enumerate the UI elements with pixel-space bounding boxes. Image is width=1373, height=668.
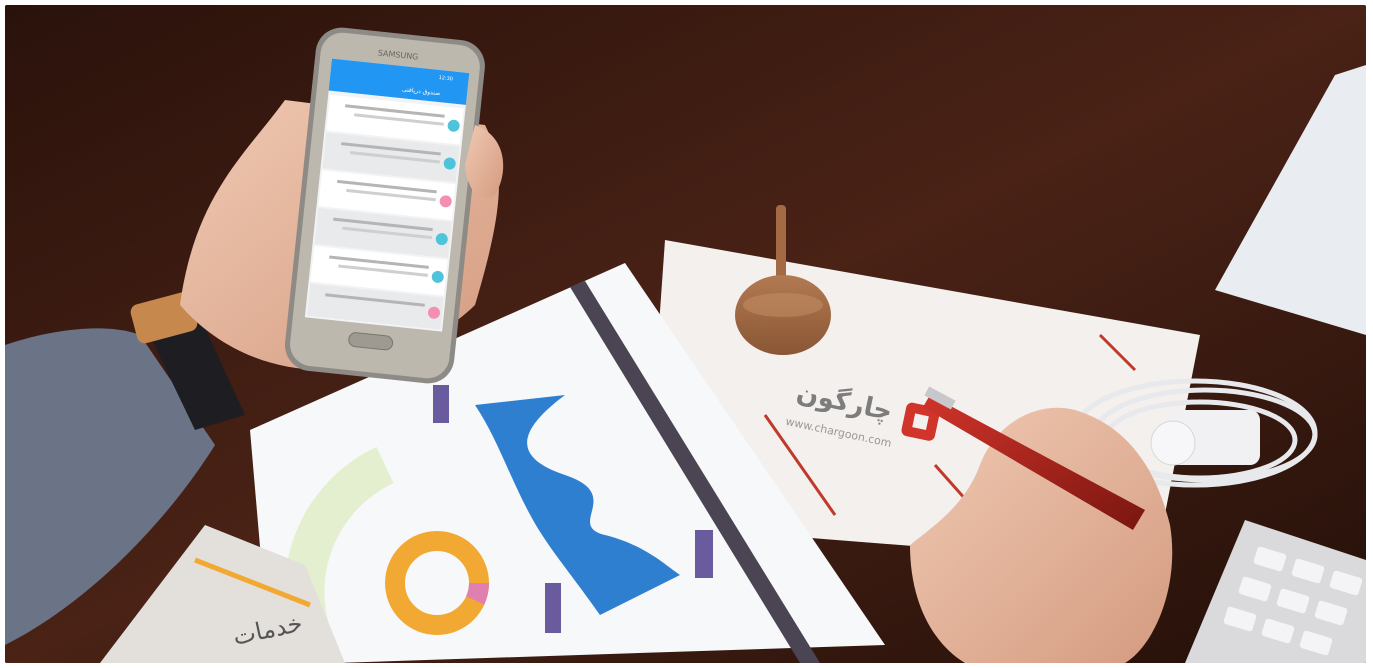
watch-charger <box>1150 420 1196 466</box>
photo: چارگون www.chargoon.com خدمات SAMSUNG صن… <box>5 5 1366 663</box>
phone: SAMSUNG صندوق دریافتی 12:30 <box>284 27 485 384</box>
report-label-block-3 <box>695 530 713 578</box>
report-label-block-2 <box>545 583 561 633</box>
photo-scene: چارگون www.chargoon.com خدمات SAMSUNG صن… <box>5 5 1366 663</box>
message-list <box>307 94 464 330</box>
report-label-block <box>433 385 449 423</box>
